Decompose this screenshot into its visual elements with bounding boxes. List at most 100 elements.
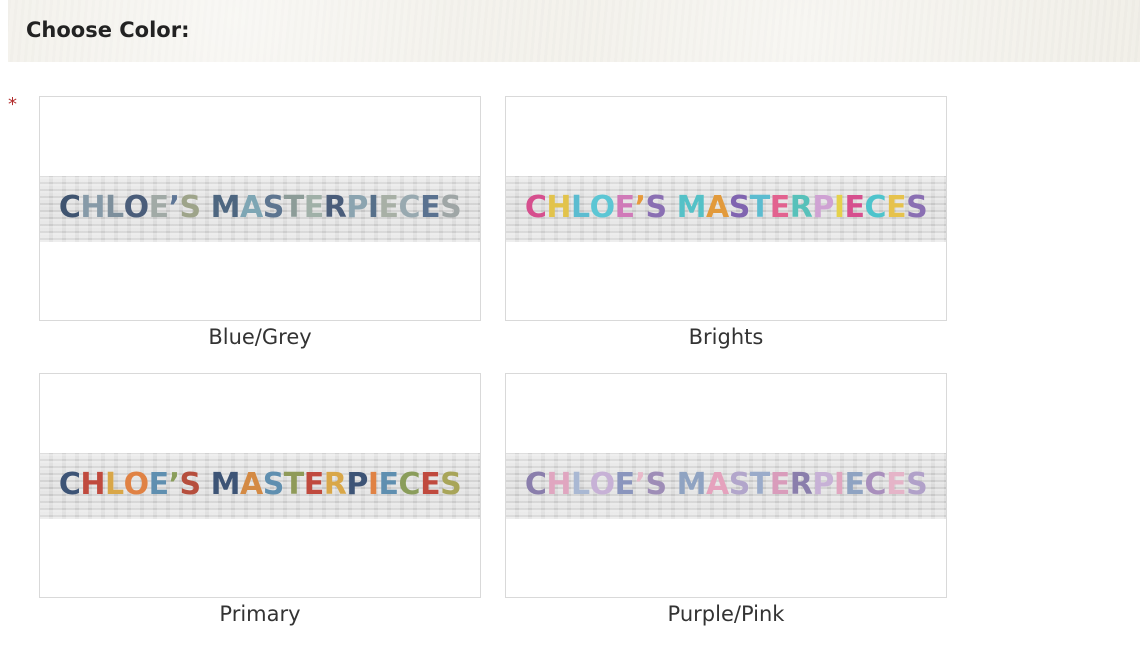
banner-letter: O (123, 467, 150, 502)
swatch-image-blue-grey[interactable]: CHLOE’S MASTERPIECES (39, 96, 481, 321)
banner-letter: H (546, 190, 571, 225)
banner-letter: S (179, 467, 202, 502)
banner-letter: A (239, 467, 263, 502)
banner-letter: C (398, 467, 421, 502)
banner-letter: E (148, 467, 170, 502)
banner-letter: E (886, 190, 907, 225)
banner-letter: E (303, 467, 325, 502)
banner-letter: T (283, 467, 304, 502)
banner-letter: P (346, 190, 368, 225)
banner-space (667, 467, 677, 503)
banner-letter: H (80, 467, 105, 502)
banner-letter: C (58, 190, 81, 225)
banner-letter: E (378, 190, 400, 225)
banner-letter: M (210, 190, 241, 225)
banner-letter: E (614, 190, 636, 225)
banner-letter: A (705, 190, 729, 225)
option-label-primary[interactable]: Primary (39, 602, 481, 626)
banner-letter: A (705, 467, 729, 502)
banner-letter: C (398, 190, 421, 225)
banner-space (201, 190, 211, 226)
banner-letter: H (80, 190, 105, 225)
banner-letter: M (676, 190, 707, 225)
banner-letter: I (367, 467, 379, 502)
banner-letter: R (789, 467, 813, 502)
banner-letter: S (728, 467, 751, 502)
banner-preview: CHLOE’S MASTERPIECES (40, 453, 480, 519)
banner-letter: L (104, 467, 124, 502)
banner-letter: L (570, 190, 590, 225)
banner-letter: E (769, 467, 791, 502)
banner-letter: ’ (168, 190, 180, 225)
banner-text: CHLOE’S MASTERPIECES (40, 190, 480, 226)
banner-letter: S (728, 190, 751, 225)
banner-letter: R (789, 190, 813, 225)
banner-letter: O (123, 190, 150, 225)
required-asterisk: * (8, 94, 17, 115)
banner-letter: S (440, 467, 462, 502)
banner-letter: T (749, 190, 770, 225)
banner-letter: E (886, 467, 907, 502)
banner-letter: ’ (634, 190, 646, 225)
banner-letter: A (239, 190, 263, 225)
banner-letter: E (420, 190, 441, 225)
banner-letter: S (179, 190, 202, 225)
banner-letter: E (303, 190, 325, 225)
banner-letter: O (589, 190, 616, 225)
banner-letter: E (378, 467, 400, 502)
banner-letter: ’ (634, 467, 646, 502)
banner-letter: C (524, 190, 547, 225)
color-option-purple-pink[interactable]: CHLOE’S MASTERPIECES Purple/Pink (505, 373, 947, 626)
banner-letter: C (864, 190, 887, 225)
banner-letter: M (676, 467, 707, 502)
banner-letter: E (420, 467, 441, 502)
banner-letter: P (346, 467, 368, 502)
banner-letter: C (864, 467, 887, 502)
banner-space (667, 190, 677, 226)
swatch-image-purple-pink[interactable]: CHLOE’S MASTERPIECES (505, 373, 947, 598)
banner-letter: P (812, 467, 834, 502)
color-option-brights[interactable]: CHLOE’S MASTERPIECES Brights (505, 96, 947, 349)
banner-letter: M (210, 467, 241, 502)
banner-text: CHLOE’S MASTERPIECES (506, 467, 946, 503)
banner-letter: I (367, 190, 379, 225)
banner-letter: C (58, 467, 81, 502)
banner-letter: S (440, 190, 462, 225)
option-label-blue-grey[interactable]: Blue/Grey (39, 325, 481, 349)
choose-color-label: Choose Color: (26, 18, 190, 42)
banner-text: CHLOE’S MASTERPIECES (506, 190, 946, 226)
banner-preview: CHLOE’S MASTERPIECES (506, 453, 946, 519)
banner-letter: R (323, 467, 347, 502)
banner-letter: H (546, 467, 571, 502)
banner-letter: T (283, 190, 304, 225)
banner-letter: T (749, 467, 770, 502)
color-option-blue-grey[interactable]: CHLOE’S MASTERPIECES Blue/Grey (39, 96, 481, 349)
swatch-image-primary[interactable]: CHLOE’S MASTERPIECES (39, 373, 481, 598)
banner-letter: P (812, 190, 834, 225)
banner-letter: E (844, 190, 866, 225)
banner-text: CHLOE’S MASTERPIECES (40, 467, 480, 503)
banner-letter: I (833, 190, 845, 225)
banner-letter: S (906, 467, 928, 502)
banner-letter: E (844, 467, 866, 502)
banner-space (201, 467, 211, 503)
banner-letter: S (262, 190, 285, 225)
banner-letter: E (148, 190, 170, 225)
banner-letter: S (262, 467, 285, 502)
banner-preview: CHLOE’S MASTERPIECES (506, 176, 946, 242)
banner-letter: I (833, 467, 845, 502)
banner-letter: C (524, 467, 547, 502)
banner-letter: E (769, 190, 791, 225)
option-label-brights[interactable]: Brights (505, 325, 947, 349)
color-option-primary[interactable]: CHLOE’S MASTERPIECES Primary (39, 373, 481, 626)
banner-letter: L (570, 467, 590, 502)
option-label-purple-pink[interactable]: Purple/Pink (505, 602, 947, 626)
banner-letter: O (589, 467, 616, 502)
banner-letter: R (323, 190, 347, 225)
swatch-image-brights[interactable]: CHLOE’S MASTERPIECES (505, 96, 947, 321)
banner-letter: ’ (168, 467, 180, 502)
banner-letter: S (645, 190, 668, 225)
banner-letter: S (645, 467, 668, 502)
section-header: Choose Color: (8, 0, 1140, 62)
banner-preview: CHLOE’S MASTERPIECES (40, 176, 480, 242)
